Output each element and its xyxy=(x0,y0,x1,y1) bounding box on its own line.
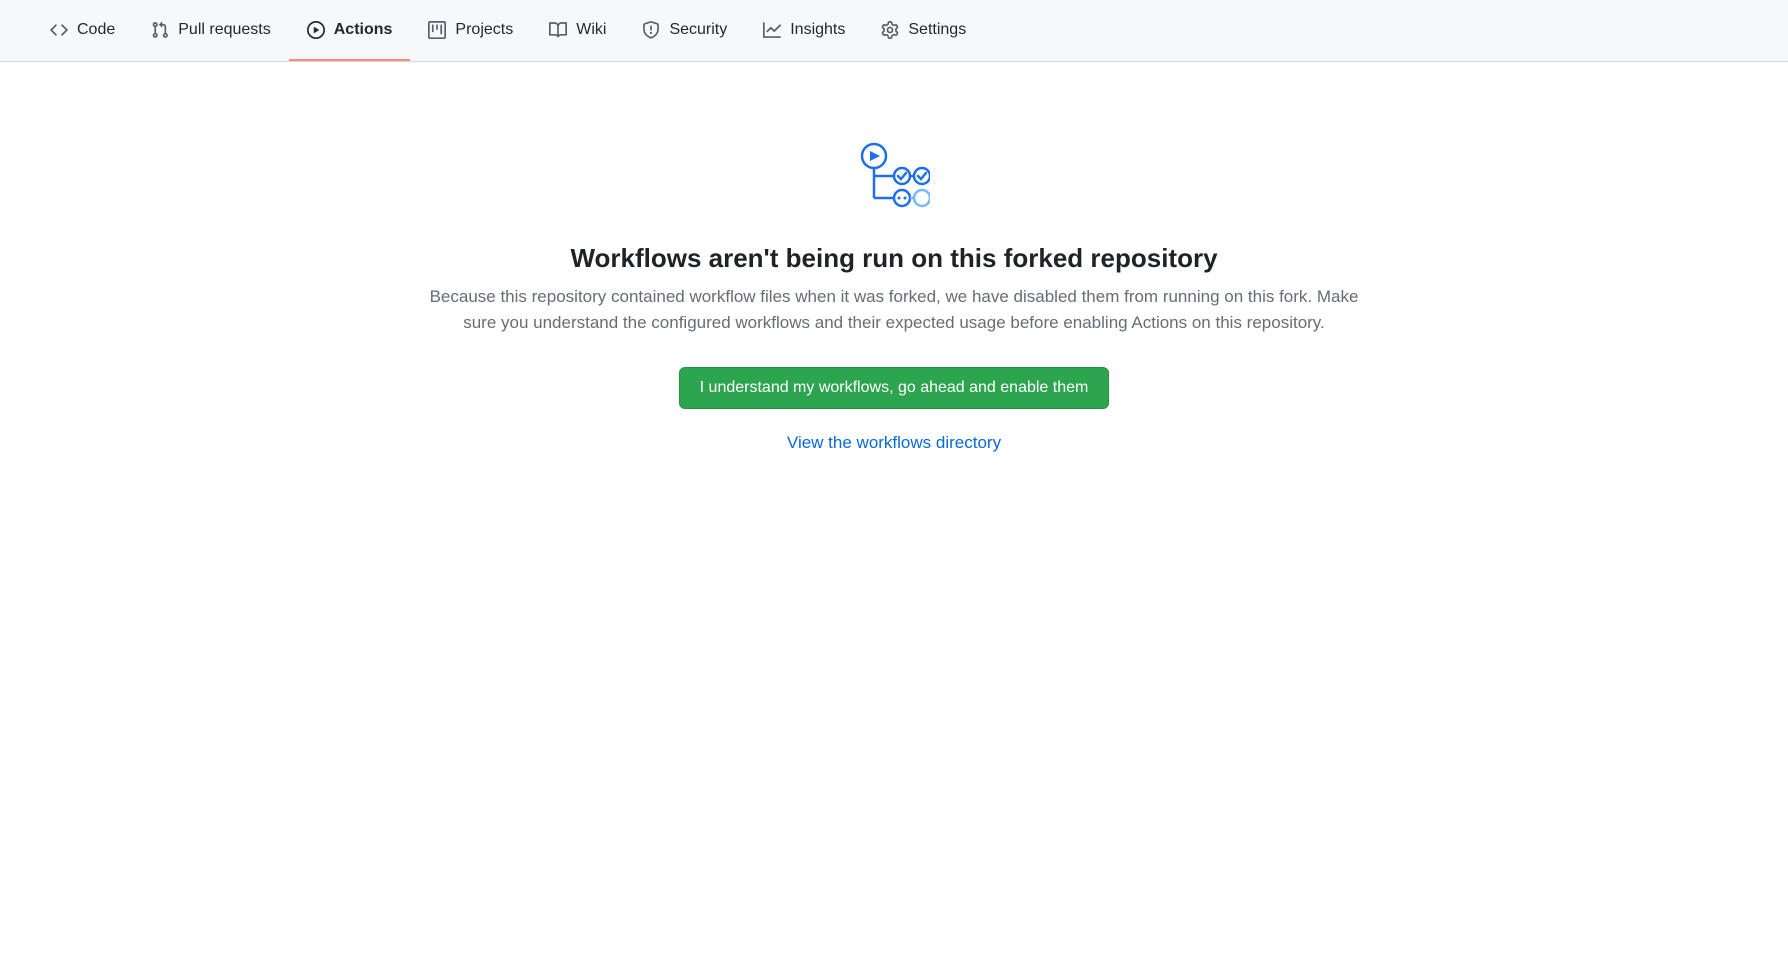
tab-code[interactable]: Code xyxy=(32,0,133,61)
blankslate: Workflows aren't being run on this forke… xyxy=(404,62,1384,453)
tab-settings-label: Settings xyxy=(908,21,966,39)
tab-settings[interactable]: Settings xyxy=(863,0,984,61)
tab-pull-requests-label: Pull requests xyxy=(178,21,271,39)
tab-code-label: Code xyxy=(77,21,115,39)
enable-workflows-button[interactable]: I understand my workflows, go ahead and … xyxy=(679,367,1110,409)
project-icon xyxy=(428,21,446,39)
graph-icon xyxy=(763,21,781,39)
blankslate-description: Because this repository contained workfl… xyxy=(428,284,1360,337)
workflow-illustration-icon xyxy=(858,142,930,219)
tab-actions-label: Actions xyxy=(334,21,393,39)
tab-security[interactable]: Security xyxy=(624,0,745,61)
book-icon xyxy=(549,21,567,39)
blankslate-heading: Workflows aren't being run on this forke… xyxy=(570,243,1217,274)
git-pull-request-icon xyxy=(151,21,169,39)
tab-pull-requests[interactable]: Pull requests xyxy=(133,0,289,61)
tab-insights[interactable]: Insights xyxy=(745,0,863,61)
gear-icon xyxy=(881,21,899,39)
repo-tab-nav: Code Pull requests Actions Projects Wiki… xyxy=(0,0,1788,62)
shield-icon xyxy=(642,21,660,39)
tab-projects[interactable]: Projects xyxy=(410,0,531,61)
tab-wiki[interactable]: Wiki xyxy=(531,0,624,61)
tab-wiki-label: Wiki xyxy=(576,21,606,39)
play-circle-icon xyxy=(307,21,325,39)
view-workflows-link[interactable]: View the workflows directory xyxy=(787,433,1001,453)
code-icon xyxy=(50,21,68,39)
tab-security-label: Security xyxy=(669,21,727,39)
tab-actions[interactable]: Actions xyxy=(289,0,411,61)
tab-insights-label: Insights xyxy=(790,21,845,39)
tab-projects-label: Projects xyxy=(455,21,513,39)
